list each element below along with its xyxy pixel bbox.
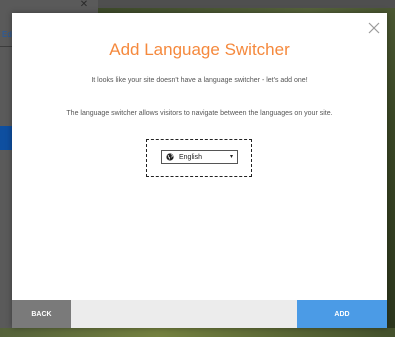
sidebar-active-indicator xyxy=(0,126,12,150)
add-button[interactable]: ADD xyxy=(297,300,387,328)
close-icon[interactable] xyxy=(367,21,381,35)
chevron-down-icon: ▾ xyxy=(229,154,233,160)
language-switcher-preview: English ▾ xyxy=(146,139,252,177)
add-language-switcher-dialog: Add Language Switcher It looks like your… xyxy=(12,13,387,328)
dialog-intro-text: It looks like your site doesn't have a l… xyxy=(91,77,308,84)
globe-icon xyxy=(166,153,174,161)
sidebar-edit-link: Ed xyxy=(2,30,12,39)
dialog-footer: BACK ADD xyxy=(12,300,387,328)
dialog-description-text: The language switcher allows visitors to… xyxy=(66,110,333,117)
sidebar-close-icon: ✕ xyxy=(79,0,89,10)
selected-language-label: English xyxy=(179,153,202,161)
dialog-title: Add Language Switcher xyxy=(109,40,290,59)
back-button[interactable]: BACK xyxy=(12,300,71,328)
language-select[interactable]: English ▾ xyxy=(161,150,238,164)
background-page-bottom xyxy=(0,328,395,337)
background-toolbar xyxy=(98,0,395,8)
